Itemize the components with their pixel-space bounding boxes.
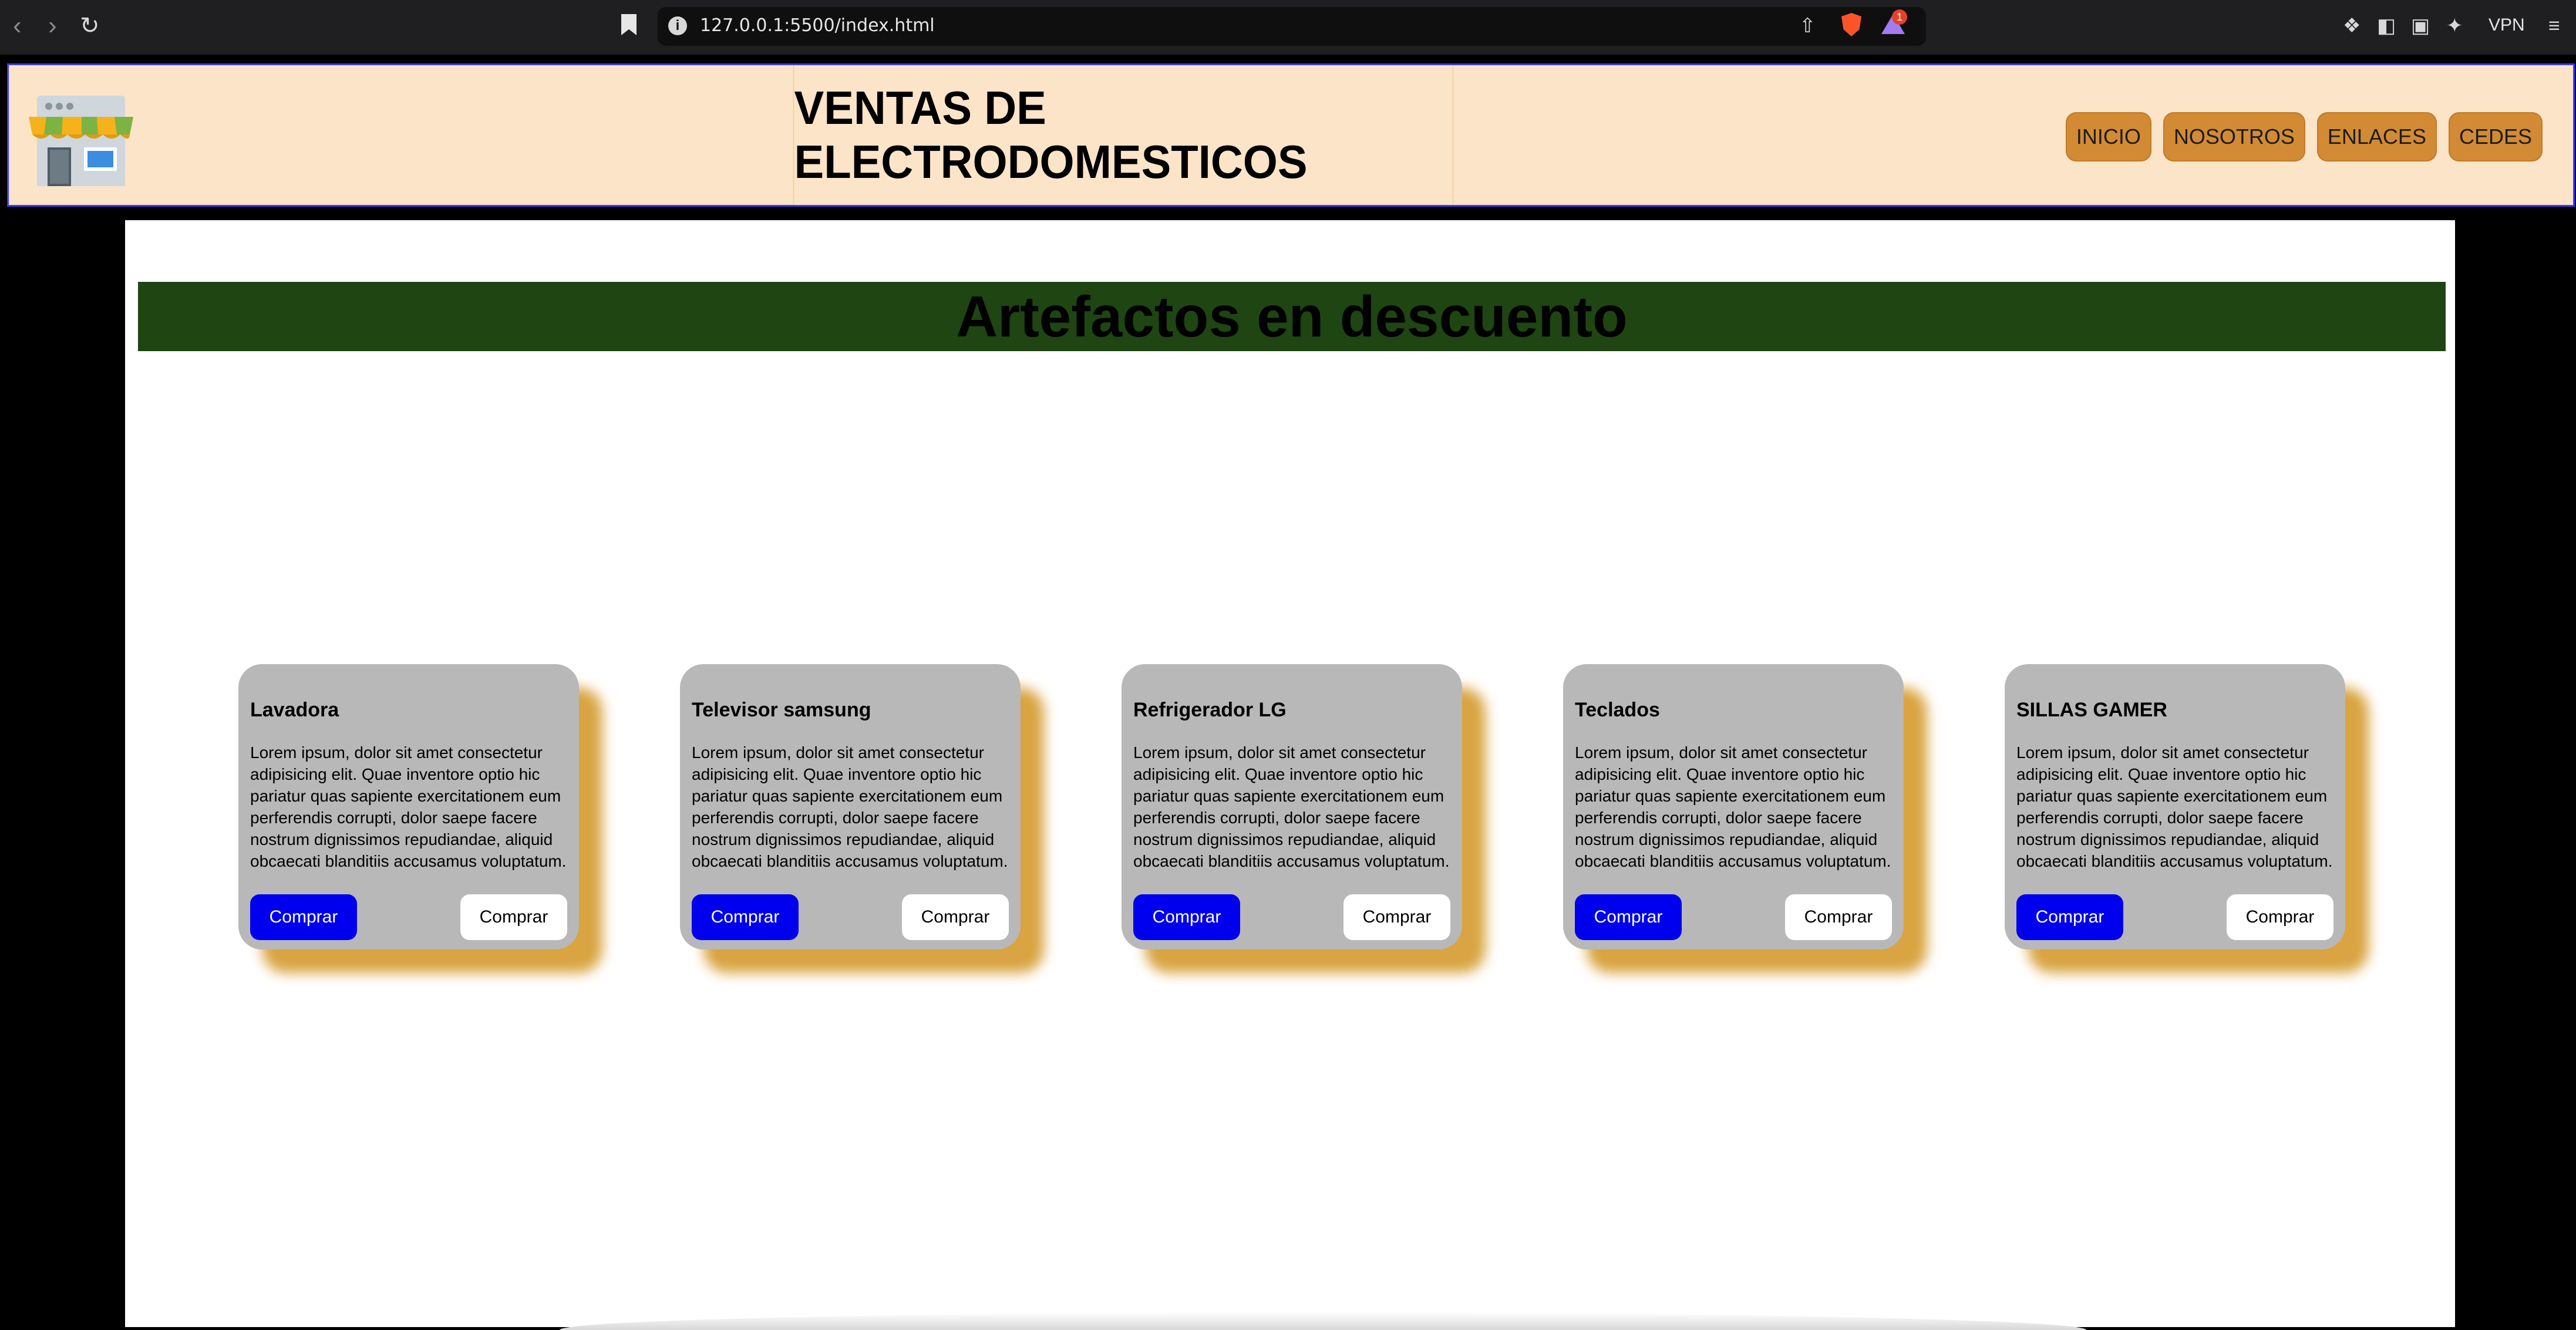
url-text: 127.0.0.1:5500/index.html xyxy=(700,15,935,36)
sidebar-icon[interactable]: ◧ xyxy=(2377,14,2396,38)
product-description: Lorem ipsum, dolor sit amet consectetur … xyxy=(692,743,1008,870)
product-description: Lorem ipsum, dolor sit amet consectetur … xyxy=(1133,743,1450,870)
notification-badge: 1 xyxy=(1892,9,1907,25)
product-name: Televisor samsung xyxy=(692,699,871,721)
buy-button-secondary[interactable]: Comprar xyxy=(902,894,1009,940)
store-logo-icon xyxy=(29,96,133,186)
product-name: SILLAS GAMER xyxy=(2016,699,2167,721)
product-name: Refrigerador LG xyxy=(1133,699,1287,721)
buy-button-primary[interactable]: Comprar xyxy=(1133,894,1240,940)
wallet-icon[interactable]: ▣ xyxy=(2411,14,2430,38)
product-name: Teclados xyxy=(1575,699,1660,721)
main-nav: INICIO NOSOTROS ENLACES CEDES xyxy=(2065,112,2543,161)
buy-button-secondary[interactable]: Comprar xyxy=(1343,894,1450,940)
banner-title: Artefactos en descuento xyxy=(956,284,1628,349)
nav-inicio-button[interactable]: INICIO xyxy=(2065,112,2151,161)
footer-shadow xyxy=(560,1312,2086,1330)
vpn-button[interactable]: VPN xyxy=(2489,15,2525,35)
buy-button-primary[interactable]: Comprar xyxy=(1575,894,1682,940)
share-icon[interactable]: ⇧ xyxy=(1799,14,1816,38)
site-info-icon[interactable]: i xyxy=(668,16,687,35)
buy-button-secondary[interactable]: Comprar xyxy=(460,894,567,940)
site-title: VENTAS DE ELECTRODOMESTICOS xyxy=(793,65,1454,205)
buy-button-secondary[interactable]: Comprar xyxy=(2227,894,2333,940)
buy-button-primary[interactable]: Comprar xyxy=(250,894,357,940)
nav-enlaces-button[interactable]: ENLACES xyxy=(2316,112,2437,161)
address-bar[interactable]: i 127.0.0.1:5500/index.html xyxy=(658,7,1926,46)
product-card: Televisor samsung Lorem ipsum, dolor sit… xyxy=(680,664,1021,949)
menu-icon[interactable]: ≡ xyxy=(2548,14,2560,38)
buy-button-secondary[interactable]: Comprar xyxy=(1785,894,1892,940)
main-content: Artefactos en descuento Lavadora Lorem i… xyxy=(125,220,2455,1330)
bookmark-icon[interactable] xyxy=(621,14,637,35)
extensions-icon[interactable]: ❖ xyxy=(2343,14,2361,38)
product-description: Lorem ipsum, dolor sit amet consectetur … xyxy=(250,743,567,870)
product-name: Lavadora xyxy=(250,699,339,721)
forward-icon[interactable]: › xyxy=(48,13,57,39)
reload-icon[interactable]: ↻ xyxy=(80,13,100,39)
product-card: Lavadora Lorem ipsum, dolor sit amet con… xyxy=(238,664,579,949)
browser-toolbar: ‹ › ↻ i 127.0.0.1:5500/index.html ⇧ 1 ❖ … xyxy=(0,0,2576,55)
nav-nosotros-button[interactable]: NOSOTROS xyxy=(2163,112,2305,161)
product-card: Refrigerador LG Lorem ipsum, dolor sit a… xyxy=(1122,664,1462,949)
product-description: Lorem ipsum, dolor sit amet consectetur … xyxy=(2016,743,2333,870)
product-card: SILLAS GAMER Lorem ipsum, dolor sit amet… xyxy=(2005,664,2345,949)
product-card: Teclados Lorem ipsum, dolor sit amet con… xyxy=(1563,664,1904,949)
buy-button-primary[interactable]: Comprar xyxy=(2016,894,2123,940)
buy-button-primary[interactable]: Comprar xyxy=(692,894,799,940)
leo-ai-icon[interactable]: ✦ xyxy=(2446,14,2463,38)
discount-banner: Artefactos en descuento xyxy=(138,282,2446,351)
nav-cedes-button[interactable]: CEDES xyxy=(2448,112,2543,161)
back-icon[interactable]: ‹ xyxy=(13,13,22,39)
product-description: Lorem ipsum, dolor sit amet consectetur … xyxy=(1575,743,1891,870)
site-header: VENTAS DE ELECTRODOMESTICOS INICIO NOSOT… xyxy=(7,63,2575,207)
